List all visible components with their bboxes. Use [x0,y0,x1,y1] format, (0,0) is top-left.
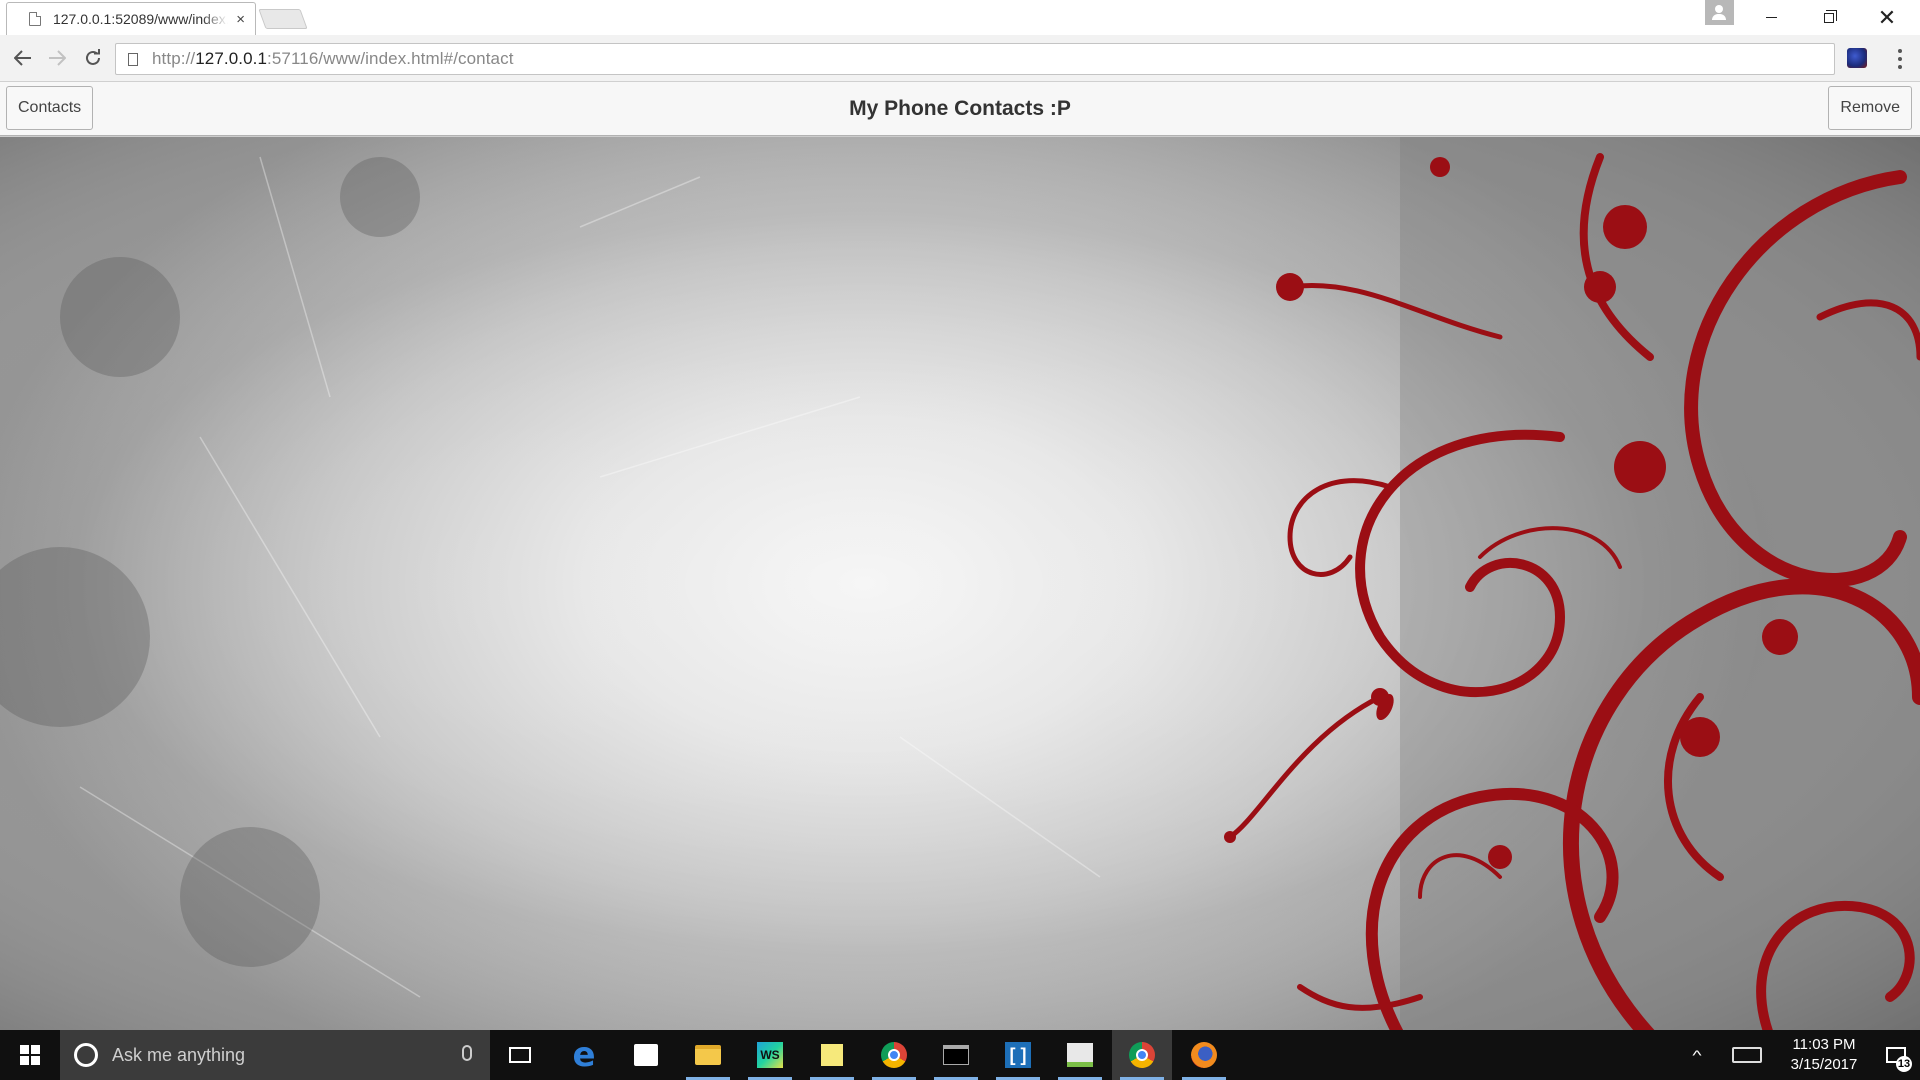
chevron-up-icon[interactable]: ^ [1676,1047,1718,1063]
file-explorer-icon [695,1045,721,1065]
back-button[interactable] [10,45,36,71]
taskbar-edge[interactable]: e [554,1030,614,1080]
browser-tabstrip: 127.0.0.1:52089/www/index.html#/contact … [0,0,1920,35]
taskbar-chrome-active[interactable] [1112,1030,1172,1080]
search-placeholder: Ask me anything [112,1044,246,1065]
tab-title: 127.0.0.1:52089/www/index.html#/contact [52,11,228,27]
reload-button[interactable] [80,45,106,71]
forward-arrow-icon [49,50,66,66]
notification-count: 13 [1896,1056,1912,1072]
forward-button[interactable] [44,45,70,71]
android-studio-icon [1067,1043,1093,1067]
page-info-icon[interactable] [128,52,138,66]
start-button[interactable] [0,1030,60,1080]
taskbar-command-prompt[interactable] [926,1030,986,1080]
windows-logo-icon [20,1045,40,1065]
sticky-notes-icon [821,1044,843,1066]
windows-taskbar: Ask me anything e WS [ ] ^ 11:03 PM 3/15… [0,1030,1920,1080]
taskbar-firefox[interactable] [1174,1030,1234,1080]
microphone-icon[interactable] [462,1045,472,1061]
edge-icon: e [572,1035,596,1075]
back-arrow-icon [14,50,31,66]
keyboard-icon[interactable] [1732,1047,1762,1063]
remove-button[interactable]: Remove [1828,86,1912,130]
profile-icon[interactable] [1705,0,1734,25]
red-floral-swirl-image [0,137,1920,1030]
content-background [0,137,1920,1030]
firefox-icon [1191,1042,1217,1068]
taskbar-brackets[interactable]: [ ] [988,1030,1048,1080]
taskbar-file-explorer[interactable] [678,1030,738,1080]
clock[interactable]: 11:03 PM 3/15/2017 [1776,1035,1872,1075]
browser-toolbar: http://127.0.0.1:57116/www/index.html#/c… [0,35,1920,82]
task-view-icon [509,1047,531,1063]
system-tray: ^ 11:03 PM 3/15/2017 13 [1682,1030,1920,1080]
taskbar-webstorm[interactable]: WS [740,1030,800,1080]
taskbar-chrome[interactable] [864,1030,924,1080]
reload-icon [86,49,100,65]
restore-icon [1824,9,1837,23]
action-center-button[interactable]: 13 [1872,1030,1920,1080]
page-title: My Phone Contacts :P [849,97,1071,120]
contacts-button[interactable]: Contacts [6,86,94,130]
extension-icon[interactable] [1847,48,1867,68]
cortana-search[interactable]: Ask me anything [60,1030,490,1080]
minimize-button[interactable] [1742,0,1800,35]
taskbar-sticky-notes[interactable] [802,1030,862,1080]
address-bar[interactable]: http://127.0.0.1:57116/www/index.html#/c… [115,43,1835,75]
close-tab-icon[interactable]: × [236,11,245,28]
url-text: http://127.0.0.1:57116/www/index.html#/c… [152,49,514,68]
browser-tab[interactable]: 127.0.0.1:52089/www/index.html#/contact … [6,2,256,35]
command-prompt-icon [943,1045,969,1065]
task-view-button[interactable] [490,1030,550,1080]
chrome-icon [881,1042,907,1068]
clock-time: 11:03 PM [1792,1036,1856,1053]
browser-menu-button[interactable] [1890,47,1910,71]
store-icon [634,1044,658,1066]
minimize-icon [1765,17,1777,18]
clock-date: 3/15/2017 [1790,1056,1858,1073]
close-window-button[interactable]: ✕ [1858,0,1916,35]
taskbar-store[interactable] [616,1030,676,1080]
brackets-icon: [ ] [1005,1042,1031,1068]
new-tab-button[interactable] [258,9,308,29]
webstorm-icon: WS [757,1042,783,1068]
restore-button[interactable] [1800,0,1858,35]
app-header: Contacts My Phone Contacts :P Remove [0,82,1920,136]
chrome-icon [1129,1042,1155,1068]
page-icon [29,12,41,26]
taskbar-android-studio[interactable] [1050,1030,1110,1080]
cortana-icon [74,1043,98,1067]
